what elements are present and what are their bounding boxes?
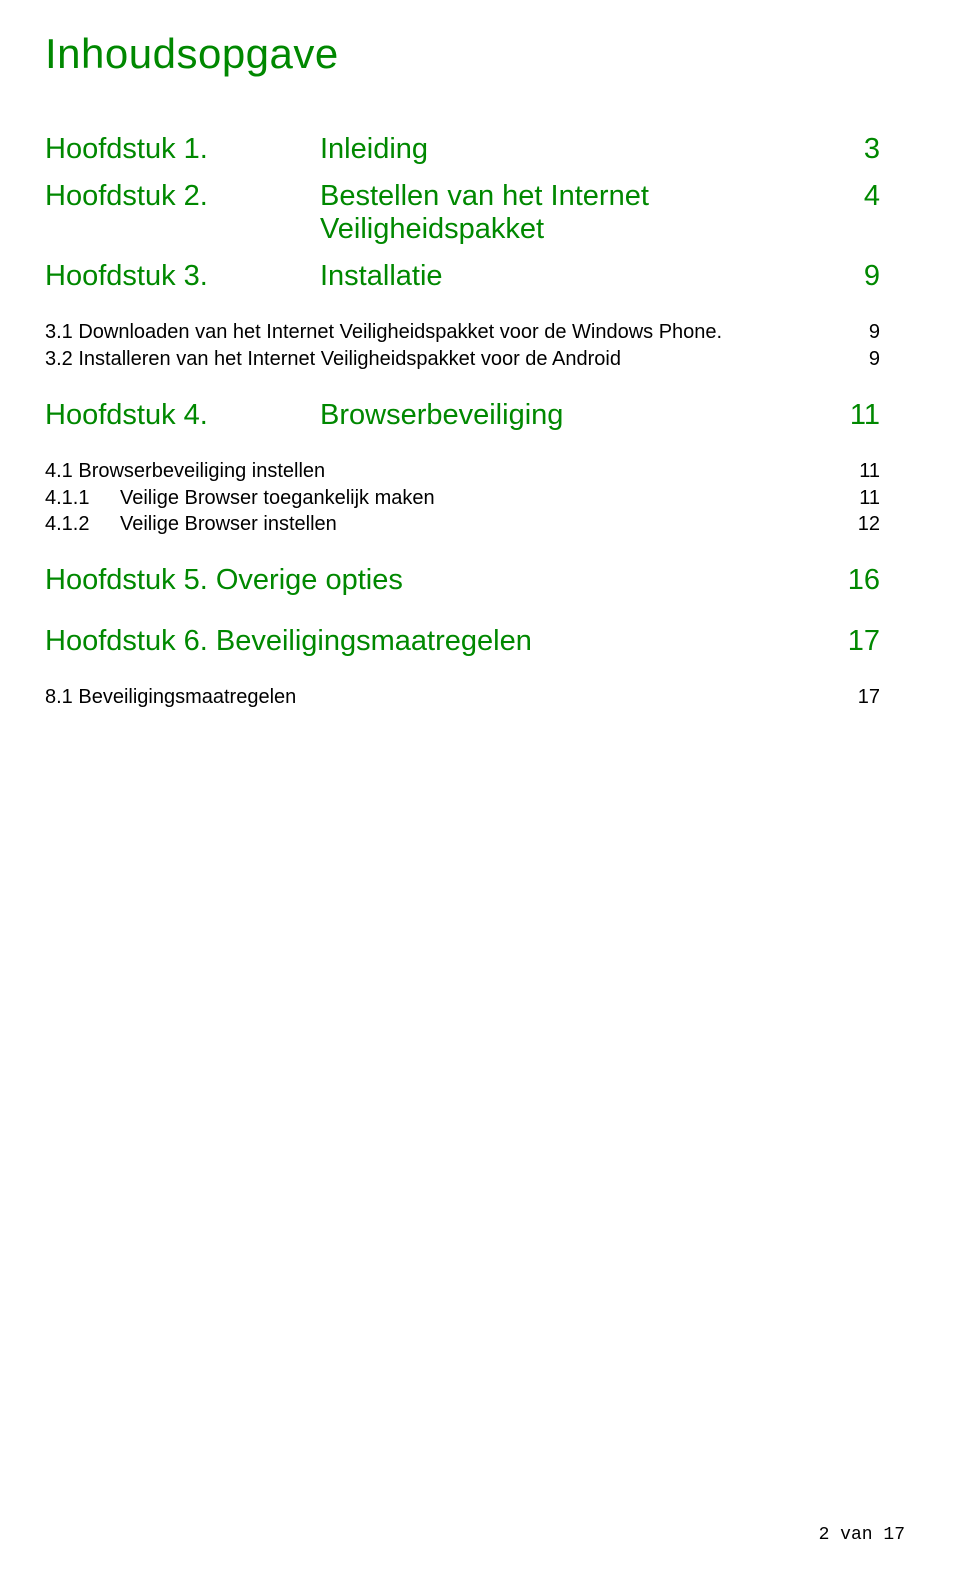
toc-sub-row[interactable]: 4.1 Browserbeveiliging instellen 11 [45, 460, 880, 483]
toc-subsub-row[interactable]: 4.1.2Veilige Browser instellen 12 [45, 513, 880, 536]
toc-sub-row[interactable]: 3.2 Installeren van het Internet Veiligh… [45, 348, 880, 371]
toc-page: Inhoudsopgave Hoofdstuk 1. Inleiding 3 H… [0, 0, 960, 709]
chapter-page: 16 [848, 564, 880, 597]
sub-page: 11 [859, 487, 880, 510]
subsub-text: Veilige Browser instellen [120, 513, 337, 535]
chapter-page: 4 [864, 180, 880, 213]
page-footer: 2 van 17 [819, 1525, 905, 1545]
toc-chapter-row[interactable]: Hoofdstuk 1. Inleiding 3 [45, 133, 880, 166]
chapter-label: Hoofdstuk 3. [45, 260, 320, 293]
sub-page: 11 [859, 460, 880, 483]
sub-title: 4.1 Browserbeveiliging instellen [45, 460, 325, 483]
sub-page: 17 [858, 686, 880, 709]
chapter-page: 17 [848, 625, 880, 658]
chapter-left: Hoofdstuk 3. Installatie [45, 260, 443, 293]
chapter-title: Browserbeveiliging [320, 399, 563, 432]
toc-chapter-row[interactable]: Hoofdstuk 6. Beveiligingsmaatregelen 17 [45, 625, 880, 658]
chapter-label: Hoofdstuk 4. [45, 399, 320, 432]
chapter-title: Installatie [320, 260, 443, 293]
subsub-num: 4.1.2 [45, 513, 120, 536]
sub-page: 9 [869, 348, 880, 371]
chapter-left: Hoofdstuk 1. Inleiding [45, 133, 428, 166]
sub-page: 9 [869, 321, 880, 344]
chapter-combined: Hoofdstuk 6. Beveiligingsmaatregelen [45, 625, 532, 658]
chapter-page: 3 [864, 133, 880, 166]
toc-subsub-row[interactable]: 4.1.1Veilige Browser toegankelijk maken … [45, 487, 880, 510]
toc-chapter-row[interactable]: Hoofdstuk 4. Browserbeveiliging 11 [45, 399, 880, 432]
chapter-title: Bestellen van het Internet Veiligheidspa… [320, 180, 864, 246]
chapter-title: Inleiding [320, 133, 428, 166]
chapter-block-6: Hoofdstuk 6. Beveiligingsmaatregelen 17 … [45, 625, 880, 709]
chapter-label: Hoofdstuk 2. [45, 180, 320, 213]
subsub-num: 4.1.1 [45, 487, 120, 510]
chapter-combined: Hoofdstuk 5. Overige opties [45, 564, 403, 597]
chapter-label: Hoofdstuk 1. [45, 133, 320, 166]
sub-title: 3.1 Downloaden van het Internet Veilighe… [45, 321, 722, 344]
page-title: Inhoudsopgave [45, 30, 880, 78]
chapter-block-5: Hoofdstuk 5. Overige opties 16 [45, 564, 880, 597]
subsub-text: Veilige Browser toegankelijk maken [120, 487, 435, 509]
chapter-block-4: Hoofdstuk 4. Browserbeveiliging 11 4.1 B… [45, 399, 880, 536]
toc-chapter-row[interactable]: Hoofdstuk 5. Overige opties 16 [45, 564, 880, 597]
chapter-left: Hoofdstuk 4. Browserbeveiliging [45, 399, 563, 432]
toc-sub-row[interactable]: 3.1 Downloaden van het Internet Veilighe… [45, 321, 880, 344]
chapter-left: Hoofdstuk 2. Bestellen van het Internet … [45, 180, 864, 246]
sub-page: 12 [858, 513, 880, 536]
toc-chapter-row[interactable]: Hoofdstuk 2. Bestellen van het Internet … [45, 180, 880, 246]
subsub-title: 4.1.2Veilige Browser instellen [45, 513, 337, 536]
subsub-title: 4.1.1Veilige Browser toegankelijk maken [45, 487, 435, 510]
chapter-block-1-3: Hoofdstuk 1. Inleiding 3 Hoofdstuk 2. Be… [45, 133, 880, 371]
chapter-page: 9 [864, 260, 880, 293]
chapter-page: 11 [850, 399, 880, 432]
sub-title: 3.2 Installeren van het Internet Veiligh… [45, 348, 621, 371]
sub-title: 8.1 Beveiligingsmaatregelen [45, 686, 296, 709]
toc-sub-row[interactable]: 8.1 Beveiligingsmaatregelen 17 [45, 686, 880, 709]
toc-chapter-row[interactable]: Hoofdstuk 3. Installatie 9 [45, 260, 880, 293]
